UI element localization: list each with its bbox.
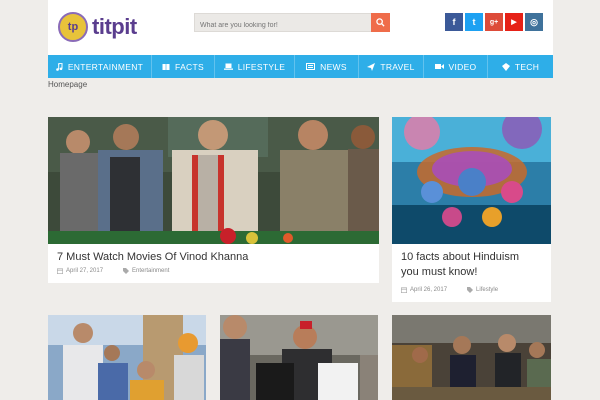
nav-item-travel[interactable]: TRAVEL: [359, 55, 424, 78]
search-icon: [376, 18, 385, 27]
book-icon: [162, 63, 170, 70]
video-icon: [434, 64, 444, 69]
search-button[interactable]: [371, 13, 390, 32]
article-card-1[interactable]: 7 Must Watch Movies Of Vinod Khanna Apri…: [48, 117, 379, 283]
calendar-icon: [57, 268, 63, 274]
nav-label: TECH: [514, 61, 540, 72]
googleplus-icon[interactable]: g+: [485, 13, 503, 31]
article-image[interactable]: [392, 117, 551, 244]
article-title-line2: you must know!: [401, 266, 478, 278]
youtube-icon[interactable]: ▶: [505, 13, 523, 31]
nav-item-lifestyle[interactable]: LIFESTYLE: [215, 55, 295, 78]
tag-icon: [123, 268, 130, 274]
nav-item-facts[interactable]: FACTS: [152, 55, 215, 78]
social-links: f t g+ ▶ ◎: [445, 13, 543, 31]
logo-text: titpit: [92, 14, 137, 39]
plane-icon: [367, 62, 376, 71]
article-card-3[interactable]: [48, 315, 206, 400]
article-meta: April 27, 2017 Entertainment: [57, 268, 169, 274]
article-category[interactable]: Entertainment: [132, 268, 169, 274]
article-meta: April 26, 2017 Lifestyle: [401, 287, 498, 293]
main-nav: ENTERTAINMENT FACTS LIFESTYLE NEWS TRAVE…: [48, 55, 553, 78]
tech-icon: [501, 62, 510, 71]
site-logo[interactable]: tp titpit: [58, 10, 137, 44]
article-title[interactable]: 10 facts about Hinduism you must know!: [401, 250, 519, 280]
laptop-icon: [223, 63, 233, 70]
site-header: tp titpit f t g+ ▶ ◎: [48, 0, 553, 55]
instagram-icon[interactable]: ◎: [525, 13, 543, 31]
twitter-icon[interactable]: t: [465, 13, 483, 31]
article-date: April 27, 2017: [66, 268, 104, 274]
calendar-icon: [401, 287, 407, 293]
tag-icon: [467, 287, 474, 293]
nav-item-entertainment[interactable]: ENTERTAINMENT: [48, 55, 152, 78]
article-card-5[interactable]: [392, 315, 551, 400]
breadcrumb[interactable]: Homepage: [48, 80, 87, 89]
nav-label: VIDEO: [448, 61, 477, 72]
nav-label: FACTS: [175, 61, 204, 72]
article-title-line1: 10 facts about Hinduism: [401, 251, 520, 263]
article-date: April 26, 2017: [410, 287, 448, 293]
newspaper-icon: [306, 63, 316, 70]
article-card-4[interactable]: [220, 315, 378, 400]
logo-badge-icon: tp: [58, 12, 88, 42]
nav-label: LIFESTYLE: [237, 61, 286, 72]
nav-item-news[interactable]: NEWS: [295, 55, 359, 78]
nav-label: ENTERTAINMENT: [67, 61, 144, 72]
article-card-2[interactable]: 10 facts about Hinduism you must know! A…: [392, 117, 551, 302]
search-input[interactable]: [195, 17, 371, 34]
article-category[interactable]: Lifestyle: [476, 287, 498, 293]
article-image[interactable]: [48, 315, 206, 400]
nav-item-tech[interactable]: TECH: [488, 55, 553, 78]
facebook-icon[interactable]: f: [445, 13, 463, 31]
nav-label: NEWS: [320, 61, 347, 72]
nav-label: TRAVEL: [380, 61, 415, 72]
article-image[interactable]: [392, 315, 551, 400]
search-box: [194, 13, 390, 34]
music-icon: [56, 62, 63, 71]
article-image[interactable]: [220, 315, 378, 400]
article-title[interactable]: 7 Must Watch Movies Of Vinod Khanna: [57, 250, 248, 265]
article-image[interactable]: [48, 117, 379, 244]
nav-item-video[interactable]: VIDEO: [424, 55, 488, 78]
